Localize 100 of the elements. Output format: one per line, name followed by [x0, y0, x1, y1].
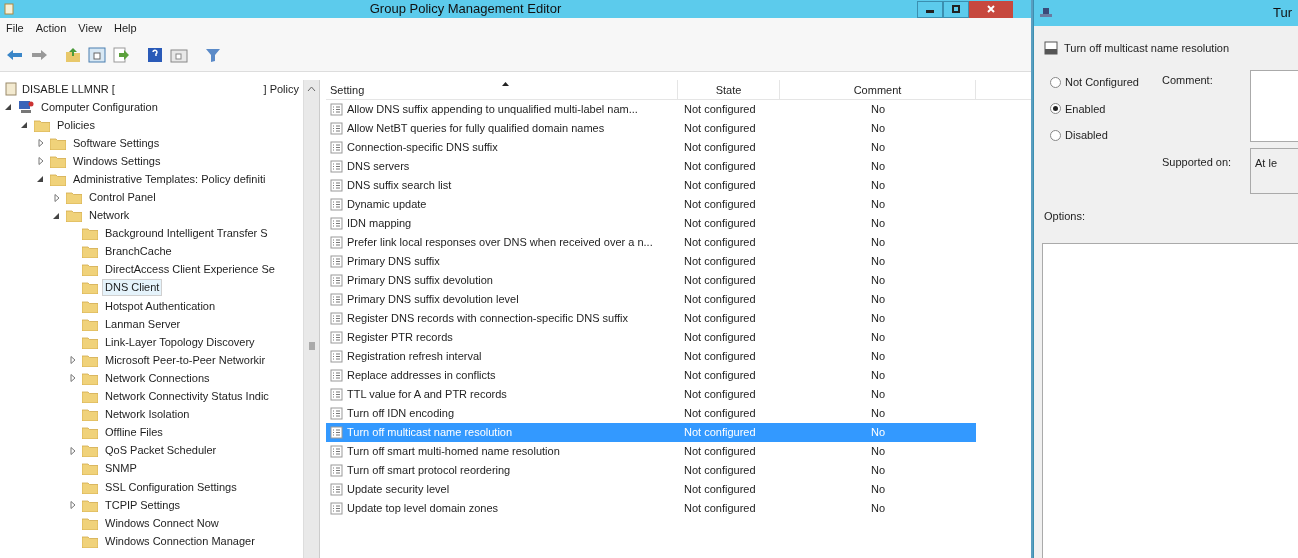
tree-item[interactable]: Network Isolation: [102, 406, 193, 424]
computer-icon: [18, 100, 34, 115]
tree-item[interactable]: Windows Connection Manager: [102, 532, 258, 550]
setting-name: Connection-specific DNS suffix: [347, 140, 498, 156]
radio-label[interactable]: Enabled: [1065, 100, 1106, 117]
table-row[interactable]: TTL value for A and PTR records Not configured No: [326, 385, 976, 404]
filter-icon[interactable]: [204, 46, 222, 63]
table-row[interactable]: Allow NetBT queries for fully qualified domain names Not configured No: [326, 119, 976, 138]
minimize-button[interactable]: [917, 0, 943, 18]
expanded-arrow-icon[interactable]: [4, 103, 14, 112]
setting-icon: [330, 445, 343, 458]
properties-icon[interactable]: [170, 46, 188, 63]
expanded-arrow-icon[interactable]: [52, 211, 62, 220]
expanded-arrow-icon[interactable]: [36, 175, 46, 184]
tree-item[interactable]: Software Settings: [70, 134, 163, 152]
table-row[interactable]: Prefer link local responses over DNS when received over a n... Not configured No: [326, 233, 976, 252]
table-row[interactable]: Primary DNS suffix devolution Not configured No: [326, 271, 976, 290]
collapsed-arrow-icon[interactable]: [36, 139, 46, 148]
folder-icon: [82, 390, 98, 404]
tree-item[interactable]: Hotspot Authentication: [102, 297, 219, 315]
tree-item[interactable]: Network Connections: [102, 369, 213, 387]
table-row[interactable]: Primary DNS suffix devolution level Not configured No: [326, 290, 976, 309]
close-button[interactable]: [969, 0, 1013, 18]
menu-item[interactable]: Action: [35, 19, 67, 37]
menu-item[interactable]: View: [78, 19, 102, 37]
tree-item[interactable]: SSL Configuration Settings: [102, 478, 240, 496]
tree-item[interactable]: Lanman Server: [102, 315, 184, 333]
collapsed-arrow-icon[interactable]: [68, 356, 78, 365]
folder-icon: [66, 191, 82, 204]
radio-label[interactable]: Disabled: [1065, 127, 1108, 144]
comment-cell-text: No: [869, 216, 887, 232]
tree-item[interactable]: SNMP: [102, 460, 140, 478]
table-row[interactable]: Allow DNS suffix appending to unqualified multi-label nam... Not configured No: [326, 100, 976, 119]
setting-icon: [330, 293, 343, 306]
table-row[interactable]: Primary DNS suffix Not configured No: [326, 252, 976, 271]
table-row[interactable]: Register DNS records with connection-specific DNS suffix Not configured No: [326, 309, 976, 328]
tree-item[interactable]: Administrative Templates: Policy definiti: [70, 170, 269, 188]
table-row[interactable]: Register PTR records Not configured No: [326, 328, 976, 347]
table-row[interactable]: Turn off smart protocol reordering Not configured No: [326, 461, 976, 480]
table-row[interactable]: Registration refresh interval Not configured No: [326, 347, 976, 366]
column-header[interactable]: Setting: [326, 80, 678, 99]
setting-icon: [330, 236, 343, 249]
tree-item[interactable]: Microsoft Peer-to-Peer Networkir: [102, 351, 269, 369]
radio-button[interactable]: [1050, 103, 1061, 115]
tree-panel-icon[interactable]: [88, 46, 106, 63]
table-row[interactable]: IDN mapping Not configured No: [326, 214, 976, 233]
column-header[interactable]: Comment: [780, 80, 976, 99]
radio-button[interactable]: [1050, 129, 1061, 141]
restore-button[interactable]: [943, 0, 969, 18]
tree-item[interactable]: Windows Settings: [70, 152, 164, 170]
tree-item[interactable]: Link-Layer Topology Discovery: [102, 333, 258, 351]
table-row[interactable]: Turn off smart multi-homed name resolution Not configured No: [326, 442, 976, 461]
tree-item[interactable]: Network Connectivity Status Indic: [102, 388, 272, 406]
radio-label[interactable]: Not Configured: [1065, 74, 1139, 91]
tree-item[interactable]: QoS Packet Scheduler: [102, 442, 220, 460]
tree-item[interactable]: Background Intelligent Transfer S: [102, 225, 271, 243]
collapsed-arrow-icon[interactable]: [36, 157, 46, 166]
tree-item[interactable]: Computer Configuration: [38, 98, 161, 116]
collapsed-arrow-icon[interactable]: [52, 193, 62, 202]
folder-up-icon[interactable]: [64, 46, 82, 63]
table-row[interactable]: Replace addresses in conflicts Not configured No: [326, 366, 976, 385]
tree-item[interactable]: TCPIP Settings: [102, 496, 183, 514]
table-row[interactable]: DNS suffix search list Not configured No: [326, 176, 976, 195]
scroll-thumb[interactable]: [308, 342, 315, 350]
table-row[interactable]: Dynamic update Not configured No: [326, 195, 976, 214]
table-row[interactable]: Turn off IDN encoding Not configured No: [326, 404, 976, 423]
collapsed-arrow-icon[interactable]: [68, 374, 78, 383]
menu-item[interactable]: File: [6, 19, 24, 37]
folder-icon: [82, 480, 98, 494]
menu-item[interactable]: Help: [113, 19, 137, 37]
table-row[interactable]: Update top level domain zones Not configured No: [326, 499, 976, 518]
setting-name: Turn off multicast name resolution: [347, 425, 513, 441]
tree-item[interactable]: Network: [86, 207, 133, 225]
tree-item[interactable]: DirectAccess Client Experience Se: [102, 261, 278, 279]
setting-name: Register PTR records: [347, 330, 453, 346]
table-row[interactable]: DNS servers Not configured No: [326, 157, 976, 176]
scroll-up-icon[interactable]: [307, 86, 316, 92]
policy-name[interactable]: DISABLE LLMNR [: [22, 80, 115, 98]
column-header[interactable]: State: [678, 80, 780, 99]
collapsed-arrow-icon[interactable]: [68, 501, 78, 510]
collapsed-arrow-icon[interactable]: [68, 446, 78, 455]
export-icon[interactable]: [112, 46, 130, 63]
setting-name: Dynamic update: [347, 197, 427, 213]
tree-item[interactable]: Policies: [54, 116, 98, 134]
options-label: Options:: [1043, 209, 1086, 224]
tree-item[interactable]: DNS Client: [102, 279, 163, 297]
setting-icon: [330, 217, 343, 230]
table-row[interactable]: Update security level Not configured No: [326, 480, 976, 499]
state-cell-text: Not configured: [683, 463, 757, 479]
tree-item[interactable]: Offline Files: [102, 424, 166, 442]
folder-icon: [82, 281, 98, 295]
tree-item[interactable]: BranchCache: [102, 243, 175, 261]
comment-field[interactable]: [1250, 70, 1298, 142]
help-icon[interactable]: [146, 46, 164, 63]
tree-item[interactable]: Control Panel: [86, 189, 159, 206]
tree-item[interactable]: Windows Connect Now: [102, 514, 222, 532]
scrollbar[interactable]: [303, 80, 319, 558]
expanded-arrow-icon[interactable]: [20, 121, 30, 130]
radio-button[interactable]: [1050, 76, 1061, 88]
table-row[interactable]: Connection-specific DNS suffix Not configured No: [326, 138, 976, 157]
